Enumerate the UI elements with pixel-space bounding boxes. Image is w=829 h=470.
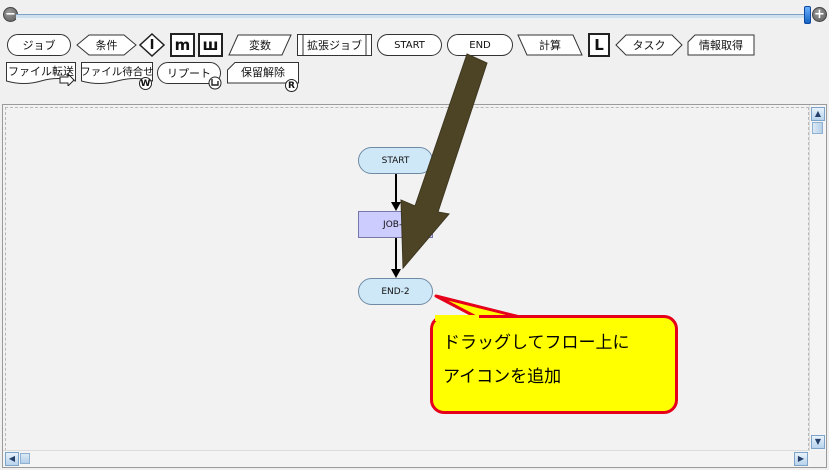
palette-condition-button[interactable]: 条件	[76, 34, 137, 56]
vertical-scrollbar[interactable]: ▲ ▼	[809, 105, 826, 451]
flow-node-job-label: JOB-1	[383, 219, 408, 230]
repeat-badge-icon	[208, 76, 222, 90]
scroll-right-icon[interactable]: ▶	[794, 452, 808, 466]
wait-badge-icon: W	[139, 77, 152, 90]
palette-file-transfer-label: ファイル転送	[8, 65, 74, 78]
palette-condition-label: 条件	[95, 39, 118, 52]
palette-file-wait-button[interactable]: ファイル待合せ W	[80, 62, 154, 90]
palette-parallel-button[interactable]: m	[170, 33, 195, 57]
palette-end-button[interactable]: END	[447, 34, 513, 56]
flow-node-start-label: START	[381, 155, 410, 166]
icon-palette: ジョブ 条件 I m ш 変数 拡張ジョブ START END 計算 L タスク…	[0, 26, 829, 102]
horizontal-scrollbar[interactable]: ◀ ▶	[3, 450, 810, 467]
zoom-slider[interactable]: − +	[0, 4, 829, 26]
zoom-in-icon[interactable]: +	[812, 7, 827, 22]
palette-branch-button[interactable]: I	[139, 33, 165, 57]
zoom-track[interactable]	[16, 14, 811, 19]
palette-parallel-label: m	[174, 36, 191, 54]
callout-tail-joint	[435, 315, 479, 321]
scroll-down-icon[interactable]: ▼	[811, 435, 825, 449]
palette-start-label: START	[394, 39, 425, 51]
callout-line-2: アイコンを追加	[443, 367, 562, 387]
palette-start-button[interactable]: START	[377, 34, 442, 56]
palette-repeat-label: リプート	[167, 67, 211, 80]
palette-ext-job-label: 拡張ジョブ	[307, 39, 362, 52]
palette-variable-label: 変数	[249, 39, 271, 52]
release-badge-icon: R	[285, 79, 298, 92]
horizontal-scroll-thumb[interactable]	[20, 453, 30, 464]
palette-hold-release-label: 保留解除	[241, 66, 285, 79]
palette-task-label: タスク	[632, 39, 666, 52]
flow-node-job[interactable]: JOB-1	[358, 211, 433, 238]
palette-job-label: ジョブ	[22, 39, 56, 52]
palette-hold-release-button[interactable]: 保留解除 R	[227, 62, 299, 92]
palette-task-button[interactable]: タスク	[615, 34, 683, 56]
palette-info-get-label: 情報取得	[699, 39, 743, 52]
palette-branch-label: I	[149, 37, 155, 53]
job-flow-editor: − + ジョブ 条件 I m ш 変数 拡張ジョブ START END 計算 L…	[0, 0, 829, 470]
palette-calc-label: 計算	[539, 39, 561, 52]
palette-job-button[interactable]: ジョブ	[7, 34, 71, 56]
palette-calc-button[interactable]: 計算	[517, 34, 583, 56]
scroll-up-icon[interactable]: ▲	[811, 107, 825, 121]
flow-node-end[interactable]: END-2	[358, 278, 433, 305]
palette-file-transfer-button[interactable]: ファイル転送	[6, 62, 76, 86]
vertical-scroll-thumb[interactable]	[812, 122, 823, 134]
palette-info-get-button[interactable]: 情報取得	[687, 34, 755, 56]
flow-node-end-label: END-2	[381, 286, 410, 297]
palette-join-button[interactable]: ш	[198, 33, 223, 57]
palette-variable-button[interactable]: 変数	[228, 34, 292, 56]
palette-loop-label: L	[594, 36, 604, 54]
tip-callout: ドラッグしてフロー上に アイコンを追加	[430, 315, 678, 414]
scroll-left-icon[interactable]: ◀	[5, 452, 19, 466]
flow-node-start[interactable]: START	[358, 147, 433, 174]
palette-join-label: ш	[202, 36, 219, 54]
callout-line-1: ドラッグしてフロー上に	[443, 333, 630, 353]
palette-end-label: END	[469, 39, 491, 51]
palette-ext-job-button[interactable]: 拡張ジョブ	[297, 34, 372, 56]
zoom-thumb[interactable]	[804, 6, 811, 24]
palette-repeat-button[interactable]: リプート	[157, 62, 222, 90]
palette-loop-button[interactable]: L	[588, 33, 610, 57]
